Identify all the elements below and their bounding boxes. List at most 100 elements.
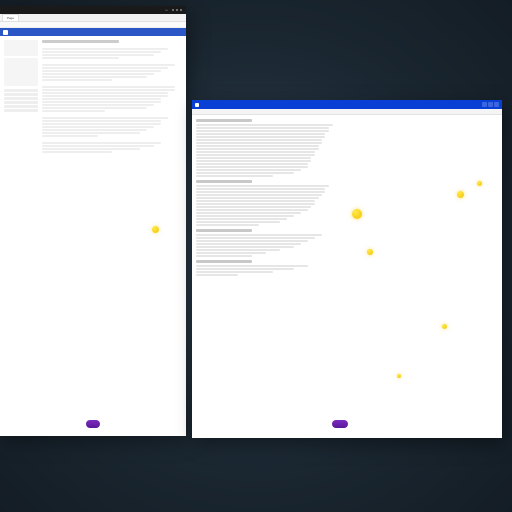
highlight-marker-icon[interactable] xyxy=(457,191,464,198)
titlebar-indicator: ••• xyxy=(165,8,168,12)
highlight-marker-icon[interactable] xyxy=(477,181,482,186)
list-row[interactable] xyxy=(196,166,308,168)
list-row[interactable] xyxy=(196,274,238,276)
list-row[interactable] xyxy=(196,136,325,138)
list-row[interactable] xyxy=(196,191,325,193)
sidebar-card[interactable] xyxy=(4,40,38,56)
list-row[interactable] xyxy=(196,124,333,126)
window-control-max-icon[interactable] xyxy=(176,9,178,11)
browser-window-left: ••• Page xyxy=(0,6,186,436)
section-heading xyxy=(196,260,252,263)
highlight-marker-icon[interactable] xyxy=(442,324,447,329)
sidebar-item[interactable] xyxy=(4,89,38,92)
text-line xyxy=(42,98,161,100)
text-line xyxy=(42,117,168,119)
list-row[interactable] xyxy=(196,215,294,217)
text-line xyxy=(42,104,154,106)
list-row[interactable] xyxy=(196,237,315,239)
sidebar-card[interactable] xyxy=(4,58,38,86)
list-row[interactable] xyxy=(196,203,315,205)
list-row[interactable] xyxy=(196,194,322,196)
highlight-marker-icon[interactable] xyxy=(397,374,401,378)
text-line xyxy=(42,70,161,72)
list-row[interactable] xyxy=(196,209,308,211)
list-row[interactable] xyxy=(196,234,322,236)
highlight-marker-icon[interactable] xyxy=(367,249,373,255)
list-row[interactable] xyxy=(196,212,301,214)
list-row[interactable] xyxy=(196,169,301,171)
titlebar[interactable] xyxy=(192,100,502,109)
app-window-right xyxy=(192,100,502,438)
list-row[interactable] xyxy=(196,246,294,248)
list-row[interactable] xyxy=(196,160,311,162)
article-body xyxy=(42,40,182,410)
text-line xyxy=(42,76,147,78)
list-section xyxy=(196,180,336,226)
sidebar-item[interactable] xyxy=(4,97,38,100)
text-line xyxy=(42,123,161,125)
list-row[interactable] xyxy=(196,127,329,129)
list-row[interactable] xyxy=(196,218,287,220)
list-row[interactable] xyxy=(196,175,273,177)
list-row[interactable] xyxy=(196,139,322,141)
list-row[interactable] xyxy=(196,188,325,190)
site-logo-icon[interactable] xyxy=(3,30,8,35)
highlight-marker-icon[interactable] xyxy=(152,226,159,233)
app-content xyxy=(192,115,502,414)
window-control-min-icon[interactable] xyxy=(172,9,174,11)
primary-action-button[interactable] xyxy=(86,420,100,428)
window-control-min-icon[interactable] xyxy=(482,102,487,107)
list-row[interactable] xyxy=(196,163,308,165)
canvas-area[interactable] xyxy=(342,119,498,410)
text-line xyxy=(42,148,140,150)
site-header xyxy=(0,28,186,36)
list-row[interactable] xyxy=(196,145,319,147)
text-line xyxy=(42,86,175,88)
sidebar-item[interactable] xyxy=(4,109,38,112)
section-heading xyxy=(196,229,252,232)
app-footer xyxy=(192,414,502,438)
list-row[interactable] xyxy=(196,268,294,270)
list-row[interactable] xyxy=(196,221,280,223)
text-line xyxy=(42,142,161,144)
primary-action-button[interactable] xyxy=(332,420,348,428)
list-row[interactable] xyxy=(196,206,311,208)
sidebar-item[interactable] xyxy=(4,93,38,96)
text-line xyxy=(42,135,98,137)
browser-tab[interactable]: Page xyxy=(2,14,19,21)
window-control-close-icon[interactable] xyxy=(180,9,182,11)
text-line xyxy=(42,107,147,109)
list-section xyxy=(196,260,336,276)
text-line xyxy=(42,73,154,75)
list-row[interactable] xyxy=(196,151,315,153)
list-row[interactable] xyxy=(196,130,329,132)
list-row[interactable] xyxy=(196,200,315,202)
titlebar[interactable]: ••• xyxy=(0,6,186,14)
list-row[interactable] xyxy=(196,243,301,245)
sidebar-item[interactable] xyxy=(4,101,38,104)
list-row[interactable] xyxy=(196,157,311,159)
list-row[interactable] xyxy=(196,265,308,267)
list-row[interactable] xyxy=(196,255,252,257)
list-section xyxy=(196,229,336,257)
list-section xyxy=(196,119,336,177)
text-line xyxy=(42,132,140,134)
list-row[interactable] xyxy=(196,185,329,187)
sidebar-item[interactable] xyxy=(4,105,38,108)
highlight-marker-icon[interactable] xyxy=(352,209,362,219)
window-control-max-icon[interactable] xyxy=(488,102,493,107)
text-line xyxy=(42,145,154,147)
list-row[interactable] xyxy=(196,197,319,199)
window-control-close-icon[interactable] xyxy=(494,102,499,107)
section-heading xyxy=(196,119,252,122)
list-row[interactable] xyxy=(196,154,315,156)
list-row[interactable] xyxy=(196,224,259,226)
list-row[interactable] xyxy=(196,172,294,174)
list-row[interactable] xyxy=(196,240,308,242)
list-row[interactable] xyxy=(196,271,273,273)
list-row[interactable] xyxy=(196,133,325,135)
list-row[interactable] xyxy=(196,148,319,150)
list-row[interactable] xyxy=(196,142,322,144)
list-row[interactable] xyxy=(196,249,280,251)
list-row[interactable] xyxy=(196,252,266,254)
